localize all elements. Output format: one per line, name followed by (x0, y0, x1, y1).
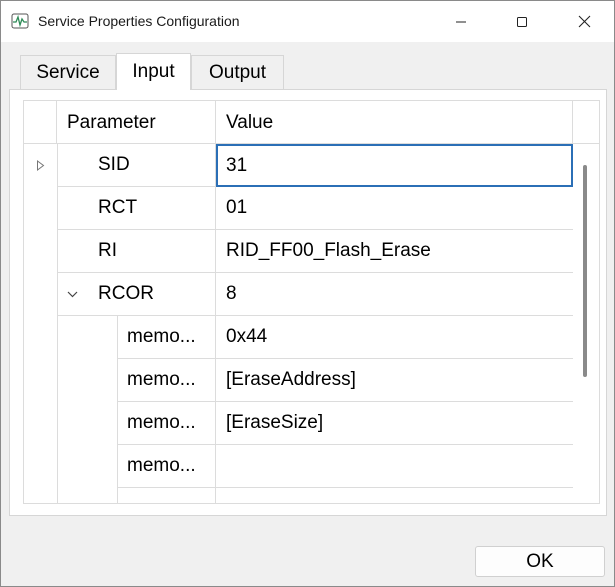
minimize-icon (456, 21, 466, 22)
table-row[interactable]: RI RID_FF00_Flash_Erase (24, 230, 573, 273)
row-indicator-header (24, 101, 57, 144)
vertical-scrollbar[interactable] (573, 144, 599, 503)
parameter-cell[interactable]: RI (57, 230, 216, 273)
parameter-cell[interactable]: SID (57, 144, 216, 187)
parameter-cell[interactable]: memo... (117, 402, 216, 445)
scrollbar-thumb[interactable] (583, 165, 587, 377)
parameter-cell[interactable]: memo... (117, 445, 216, 488)
value-cell[interactable] (216, 445, 573, 488)
grid-header: Parameter Value (24, 101, 599, 144)
table-row[interactable]: RCT 01 (24, 187, 573, 230)
parameter-cell[interactable]: RCT (57, 187, 216, 230)
value-cell[interactable]: 0x44 (216, 316, 573, 359)
table-row[interactable] (24, 488, 573, 503)
parameter-cell[interactable]: memo... (117, 359, 216, 402)
parameter-grid: Parameter Value SID 31 RCT 01 RI RID_FF0… (23, 100, 600, 504)
minimize-button[interactable] (438, 1, 484, 42)
window-title: Service Properties Configuration (38, 13, 240, 29)
parameter-cell[interactable] (117, 488, 216, 503)
value-cell[interactable]: 01 (216, 187, 573, 230)
value-cell[interactable]: 31 (216, 144, 573, 187)
tab-input[interactable]: Input (116, 53, 191, 90)
value-cell[interactable]: [EraseSize] (216, 402, 573, 445)
tab-service[interactable]: Service (20, 55, 116, 89)
value-column-header[interactable]: Value (216, 101, 573, 144)
dialog-window: Service Properties Configuration Service… (0, 0, 615, 587)
title-bar[interactable]: Service Properties Configuration (1, 1, 614, 42)
maximize-icon (517, 16, 527, 27)
ok-button[interactable]: OK (475, 546, 605, 577)
maximize-button[interactable] (499, 1, 545, 42)
waveform-app-icon (11, 13, 29, 29)
close-icon (578, 15, 590, 28)
table-row[interactable]: memo... [EraseSize] (24, 402, 573, 445)
parameter-cell[interactable]: memo... (117, 316, 216, 359)
tab-output[interactable]: Output (191, 55, 284, 89)
table-row[interactable]: memo... 0x44 (24, 316, 573, 359)
table-row[interactable]: memo... [EraseAddress] (24, 359, 573, 402)
chevron-down-icon[interactable] (60, 273, 84, 316)
value-cell[interactable]: [EraseAddress] (216, 359, 573, 402)
value-cell[interactable]: 8 (216, 273, 573, 316)
table-row[interactable]: SID 31 (24, 144, 573, 187)
table-row[interactable]: memo... (24, 445, 573, 488)
value-cell[interactable]: RID_FF00_Flash_Erase (216, 230, 573, 273)
row-indicator-icon (24, 144, 57, 187)
value-cell[interactable] (216, 488, 573, 503)
table-row[interactable]: RCOR 8 (24, 273, 573, 316)
parameter-column-header[interactable]: Parameter (57, 101, 216, 144)
close-button[interactable] (561, 1, 607, 42)
